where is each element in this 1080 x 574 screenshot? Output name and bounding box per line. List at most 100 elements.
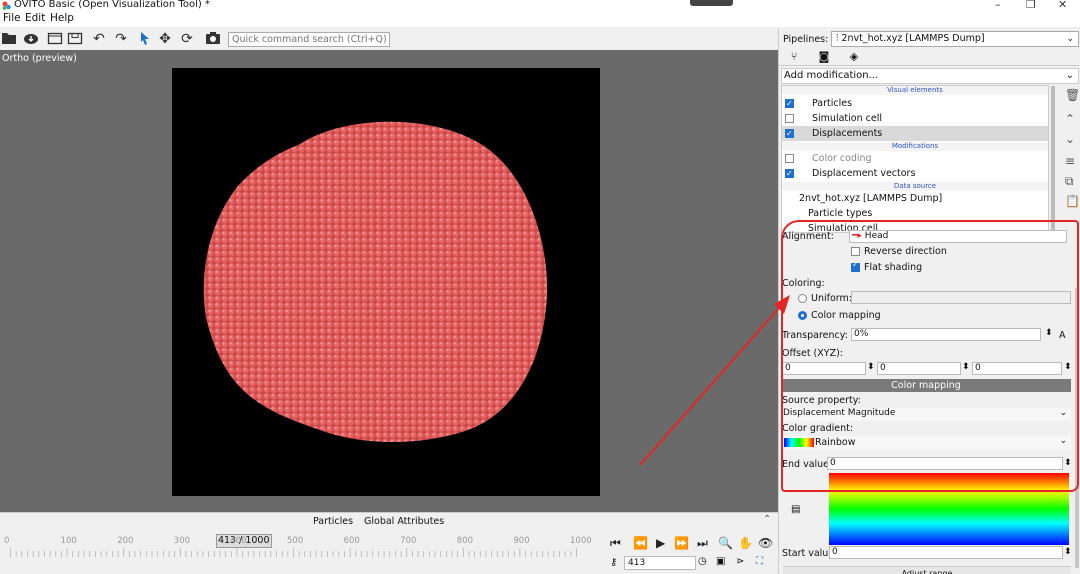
move-icon[interactable]: ✥ xyxy=(156,31,174,47)
restore-button[interactable]: ❐ xyxy=(1026,0,1036,11)
timeline-tick-label: 500 xyxy=(287,536,304,546)
pipeline-item-label: Color coding xyxy=(812,153,872,164)
timeline-tick-label: 0 xyxy=(4,536,10,546)
tab-particles[interactable]: Particles xyxy=(313,516,353,527)
title-bar: OVITO Basic (Open Visualization Tool) * … xyxy=(0,0,1080,12)
pipeline-item-label: Particles xyxy=(812,98,853,109)
timeline-tick-label: 600 xyxy=(343,536,360,546)
tab-render-icon[interactable]: ◙ xyxy=(809,50,839,66)
pipeline-list-scrollbar[interactable] xyxy=(1051,86,1055,231)
tab-overlays-icon[interactable]: ◈ xyxy=(839,50,869,66)
pipeline-item-label: Displacement vectors xyxy=(812,168,916,179)
timeline-tick-label: 700 xyxy=(400,536,417,546)
modifier-checkbox[interactable] xyxy=(785,154,794,163)
close-button[interactable]: ✕ xyxy=(1058,0,1067,11)
redo-icon[interactable]: ↷ xyxy=(112,31,130,47)
jump-to-end-icon[interactable]: ⏭ xyxy=(697,536,708,551)
save-session-icon[interactable] xyxy=(66,31,84,47)
menu-help[interactable]: Help xyxy=(50,12,74,24)
visual-element-checkbox[interactable] xyxy=(785,96,794,111)
pipeline-item-simulation-cell[interactable]: Simulation cell xyxy=(782,111,1048,126)
zoom-icon[interactable]: 🔍 xyxy=(718,536,733,550)
section-data-source: Data source xyxy=(782,182,1048,191)
field-of-view-icon[interactable]: ⋗ xyxy=(736,556,744,567)
pipeline-item-label: Particle types xyxy=(808,208,873,219)
step-back-icon[interactable]: ⏪ xyxy=(633,536,648,550)
animation-settings-clock-icon[interactable]: ◷ xyxy=(698,556,707,567)
animation-controls: ⏮ ⏪ ▶ ⏩ ⏭ 🔍 ✋ 👁 ⚷ 413 ◷ ▣ ⋗ ⛶ xyxy=(600,530,778,574)
pipeline-item-particle-types[interactable]: Particle types xyxy=(782,206,1048,221)
command-panel: Pipelines: ⫶ 2nvt_hot.xyz [LAMMPS Dump] … xyxy=(778,28,1080,574)
command-panel-tabs: ⑂ ◙ ◈ xyxy=(779,50,1079,66)
pipeline-selected-value: 2nvt_hot.xyz [LAMMPS Dump] xyxy=(841,33,985,44)
menu-file[interactable]: File xyxy=(3,12,21,24)
tab-pipeline-icon[interactable]: ⑂ xyxy=(779,50,809,66)
timeline-tick-label: 200 xyxy=(117,536,134,546)
key-icon: ⚷ xyxy=(610,557,618,568)
section-visual-elements: Visual elements xyxy=(782,86,1048,95)
add-modification-dropdown[interactable]: Add modification... ⌄ xyxy=(781,68,1079,84)
move-up-icon[interactable]: ⌃ xyxy=(1065,112,1075,126)
list-menu-icon[interactable]: ≡ xyxy=(1065,154,1075,168)
cloud-download-icon[interactable] xyxy=(22,31,40,47)
pipeline-item-label: Simulation cell xyxy=(812,113,882,124)
pipeline-item-label: 2nvt_hot.xyz [LAMMPS Dump] xyxy=(799,193,943,204)
step-forward-icon[interactable]: ⏩ xyxy=(674,536,689,550)
annotation-arrow xyxy=(639,295,790,466)
chevron-up-icon[interactable]: ⌃ xyxy=(763,514,771,525)
open-folder-icon[interactable] xyxy=(0,31,18,47)
spinner-icon[interactable]: ⬍ xyxy=(1064,547,1072,557)
visual-element-checkbox[interactable] xyxy=(785,114,794,123)
viewport-caption[interactable]: Ortho (preview) xyxy=(2,53,77,64)
pipeline-selector[interactable]: ⫶ 2nvt_hot.xyz [LAMMPS Dump] ⌄ xyxy=(831,31,1079,47)
quick-command-search-input[interactable] xyxy=(228,32,390,47)
visual-element-checkbox[interactable] xyxy=(785,126,794,141)
chevron-down-icon: ⌄ xyxy=(1065,70,1074,81)
rotate-icon[interactable]: ⟳ xyxy=(178,31,196,47)
render-settings-icon[interactable]: ▣ xyxy=(716,556,725,567)
render-camera-icon[interactable] xyxy=(204,31,222,47)
timeline-tick-label: 800 xyxy=(456,536,474,546)
toolbar: ↶ ↷ ✥ ⟳ xyxy=(0,28,780,50)
ovito-logo-icon xyxy=(2,1,11,10)
move-down-icon[interactable]: ⌄ xyxy=(1065,132,1075,146)
timeline-tick-label: 900 xyxy=(513,536,530,546)
menu-bar: File Edit Help xyxy=(0,12,1080,27)
copy-icon[interactable]: ⧉ xyxy=(1065,174,1074,189)
current-frame-spinner[interactable]: 413 xyxy=(624,556,696,570)
pipeline-editor-list[interactable]: Visual elements Particles Simulation cel… xyxy=(781,85,1049,233)
orbit-eye-icon[interactable]: 👁 xyxy=(758,536,773,550)
pipeline-item-label: Displacements xyxy=(812,128,883,139)
adjust-range-button[interactable]: Adjust range xyxy=(783,566,1071,574)
new-session-icon[interactable] xyxy=(46,31,64,47)
delete-trash-icon[interactable]: 🗑 xyxy=(1065,88,1080,102)
render-frame xyxy=(172,68,600,496)
annotation-highlight-box xyxy=(781,220,1079,492)
window-drag-handle[interactable] xyxy=(690,0,733,6)
undo-icon[interactable]: ↶ xyxy=(90,31,108,47)
pipeline-item-particles[interactable]: Particles xyxy=(782,96,1048,111)
timeline-ticks xyxy=(10,548,577,557)
minimize-button[interactable]: – xyxy=(995,0,1001,11)
zoom-all-icon[interactable]: ⛶ xyxy=(756,556,763,567)
tab-global-attributes[interactable]: Global Attributes xyxy=(364,516,444,527)
jump-to-start-icon[interactable]: ⏮ xyxy=(610,536,621,551)
modifier-checkbox[interactable] xyxy=(785,166,794,181)
menu-edit[interactable]: Edit xyxy=(25,12,45,24)
data-inspector-tabs: Particles Global Attributes ⌃ xyxy=(0,512,778,530)
section-modifications: Modifications xyxy=(782,142,1048,151)
pipeline-item-displacement-vectors[interactable]: Displacement vectors xyxy=(782,166,1048,181)
timeline-tick-label: 300 xyxy=(173,536,191,546)
pipeline-item-color-coding[interactable]: Color coding xyxy=(782,151,1048,166)
clipboard-icon[interactable]: 📋 xyxy=(1065,194,1080,208)
pipeline-item-displacements[interactable]: Displacements xyxy=(782,126,1048,141)
start-value-input[interactable]: 0 xyxy=(829,546,1063,559)
pipeline-item-data-file[interactable]: 2nvt_hot.xyz [LAMMPS Dump] xyxy=(782,191,1048,206)
animation-timeline[interactable]: 413 / 1000 0 100 200 300 400 500 600 700 800 900 1… xyxy=(0,530,600,574)
window-title: OVITO Basic (Open Visualization Tool) * xyxy=(14,0,210,10)
pan-hand-icon[interactable]: ✋ xyxy=(738,536,753,550)
play-icon[interactable]: ▶ xyxy=(656,536,665,550)
chevron-down-icon: ⌄ xyxy=(1066,34,1074,44)
selection-mode-icon[interactable] xyxy=(136,31,154,47)
color-legend-icon[interactable]: ▤ xyxy=(791,504,800,515)
